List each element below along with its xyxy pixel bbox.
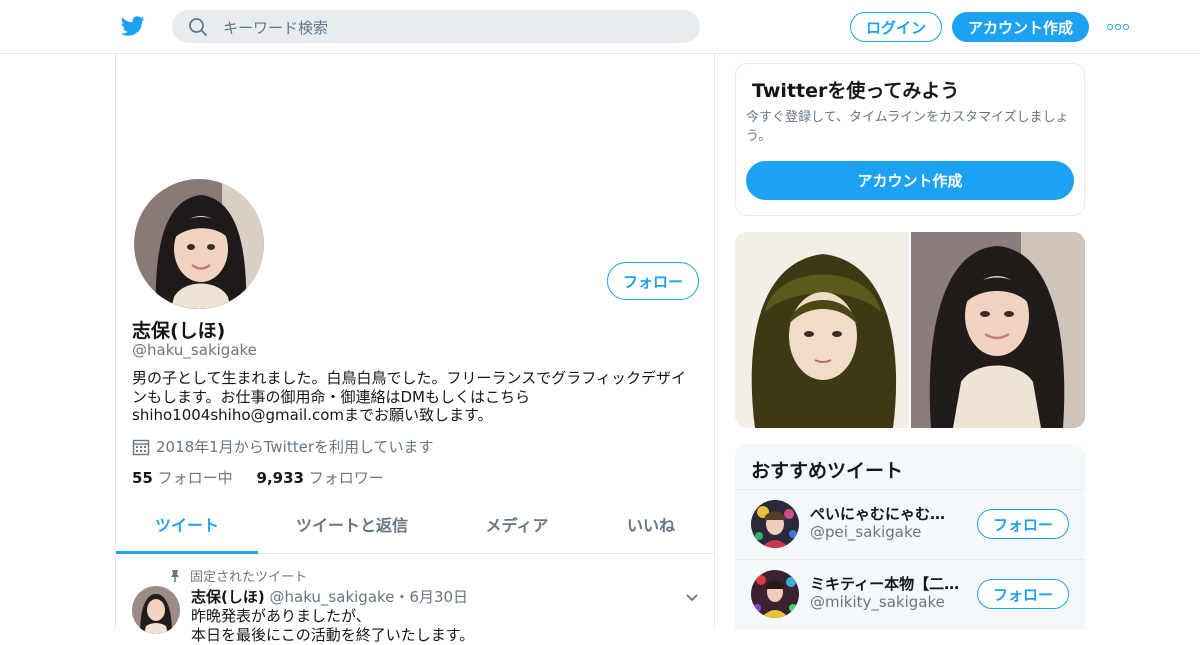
tweet-author[interactable]: 志保(しほ) (191, 588, 265, 606)
following-count: 55 (132, 469, 153, 487)
search-placeholder: キーワード検索 (223, 19, 329, 37)
pin-icon (171, 569, 179, 582)
follow-button[interactable]: フォロー (607, 262, 699, 300)
search-input[interactable]: キーワード検索 (172, 10, 700, 43)
tweet-text: 昨晩発表がありましたが、 本日を最後にこの活動を終了いたします。 (191, 607, 475, 644)
profile-tabs: ツイート ツイートと返信 メディア いいね (116, 502, 714, 554)
recommended-title: おすすめツイート (751, 460, 904, 482)
recommended-follow-button[interactable]: フォロー (977, 509, 1069, 539)
recommended-avatar[interactable] (751, 500, 799, 548)
tab-likes[interactable]: いいね (606, 502, 696, 554)
profile-timeline: フォロー 志保(しほ) @haku_sakigake 男の子として生まれました。… (115, 54, 715, 644)
pinned-label: 固定されたツイート (168, 566, 307, 585)
following-label: フォロー中 (157, 469, 233, 487)
pinned-tweet[interactable]: 固定されたツイート 志保(しほ) @haku_sakigake・6月30日 昨晩… (116, 555, 714, 644)
recommended-name: ミキティー本物【二… (810, 575, 960, 593)
profile-handle: @haku_sakigake (132, 341, 257, 359)
tab-media[interactable]: メディア (456, 502, 578, 554)
join-date: 2018年1月からTwitterを利用しています (132, 436, 434, 457)
followers-count: 9,933 (256, 469, 304, 487)
pinned-text: 固定されたツイート (190, 570, 308, 585)
following-link[interactable]: 55 フォロー中 (132, 469, 233, 487)
profile-avatar[interactable] (132, 177, 266, 311)
login-button[interactable]: ログイン (850, 12, 942, 42)
join-date-text: 2018年1月からTwitterを利用しています (156, 438, 434, 456)
follow-stats: 55 フォロー中 9,933 フォロワー (132, 467, 384, 488)
followers-label: フォロワー (308, 469, 384, 487)
recommended-tweets: おすすめツイート ぺいにゃむにゃむ【二… @pei_sakigake フォロー (735, 444, 1085, 630)
media-preview[interactable] (735, 232, 1085, 428)
chevron-down-icon[interactable] (684, 589, 700, 605)
followers-link[interactable]: 9,933 フォロワー (257, 469, 384, 487)
tab-tweets-replies[interactable]: ツイートと返信 (276, 502, 428, 554)
signup-card-button[interactable]: アカウント作成 (746, 161, 1074, 200)
signup-card-desc: 今すぐ登録して、タイムラインをカスタマイズしましょう。 (746, 110, 1069, 144)
recommended-name: ぺいにゃむにゃむ【二… (810, 505, 960, 523)
recommended-item[interactable]: ぺいにゃむにゃむ【二… @pei_sakigake フォロー (735, 489, 1085, 559)
calendar-icon (132, 439, 150, 455)
profile-name: 志保(しほ) (132, 320, 226, 342)
recommended-handle: @mikity_sakigake (810, 593, 945, 611)
more-dots-icon[interactable] (1106, 18, 1132, 34)
tweet-avatar[interactable] (132, 586, 180, 634)
signup-card: Twitterを使ってみよう 今すぐ登録して、タイムラインをカスタマイズしましょ… (735, 63, 1085, 216)
recommended-avatar[interactable] (751, 570, 799, 618)
tweet-header: 志保(しほ) @haku_sakigake・6月30日 (191, 586, 468, 607)
top-navigation: キーワード検索 ログイン アカウント作成 (0, 0, 1200, 54)
tweet-dot: ・ (394, 588, 410, 606)
recommended-handle: @pei_sakigake (810, 523, 922, 541)
profile-bio: 男の子として生まれました。白鳥白鳥でした。フリーランスでグラフィックデザイ ンも… (132, 369, 686, 424)
recommended-follow-button[interactable]: フォロー (977, 579, 1069, 609)
search-icon (189, 18, 207, 36)
recommended-item[interactable]: ミキティー本物【二… @mikity_sakigake フォロー (735, 559, 1085, 629)
signup-button[interactable]: アカウント作成 (952, 12, 1089, 42)
signup-card-title: Twitterを使ってみよう (752, 80, 960, 102)
twitter-bird-icon[interactable] (120, 14, 146, 38)
tweet-handle[interactable]: @haku_sakigake (270, 588, 395, 606)
tab-tweets[interactable]: ツイート (116, 502, 258, 554)
tweet-date[interactable]: 6月30日 (409, 588, 468, 606)
